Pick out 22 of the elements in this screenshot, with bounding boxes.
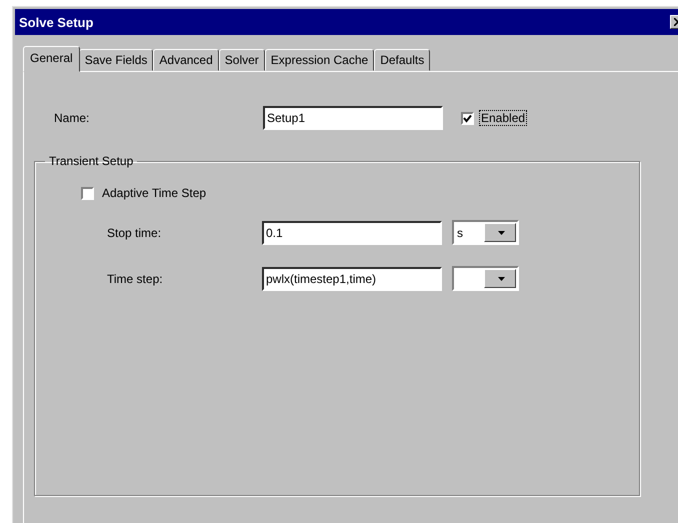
field-label: Stop time: xyxy=(107,226,162,240)
name-field[interactable]: Setup1 xyxy=(263,106,443,130)
unit-dropdown[interactable] xyxy=(452,266,519,291)
tab[interactable]: Expression Cache xyxy=(264,49,374,71)
field-label: Time step: xyxy=(107,272,164,286)
enabled-label: Enabled xyxy=(480,111,526,125)
dropdown-arrow-icon xyxy=(498,230,505,234)
value-field[interactable]: pwlx(timestep1,time) xyxy=(262,266,442,290)
value-field[interactable]: 0.1 xyxy=(262,220,442,244)
window-title: Solve Setup xyxy=(19,14,94,30)
tab[interactable]: General xyxy=(23,46,80,72)
adaptive-label: Adaptive Time Step xyxy=(102,186,206,200)
adaptive-checkbox[interactable] xyxy=(81,186,94,200)
group-title: Transient Setup xyxy=(48,154,134,168)
dropdown-arrow-icon xyxy=(498,276,505,280)
unit-dropdown[interactable]: s xyxy=(452,220,519,245)
tab[interactable]: Save Fields xyxy=(78,49,154,71)
tab[interactable]: Advanced xyxy=(153,49,219,71)
tab[interactable]: Defaults xyxy=(374,49,430,71)
name-label: Name: xyxy=(54,111,90,125)
enabled-checkbox[interactable] xyxy=(461,112,474,124)
tab[interactable]: Solver xyxy=(218,49,265,71)
